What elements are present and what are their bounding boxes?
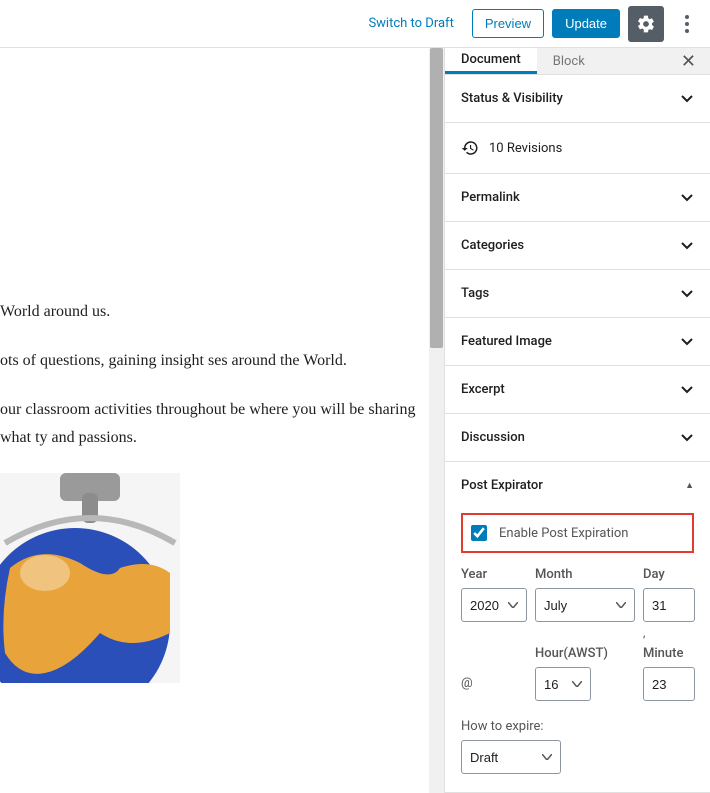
chevron-down-icon: [680, 287, 694, 301]
chevron-down-icon: [680, 335, 694, 349]
tab-block[interactable]: Block: [537, 48, 601, 74]
panel-label: Permalink: [461, 190, 520, 205]
day-input[interactable]: [643, 588, 695, 622]
year-select[interactable]: 2020: [461, 588, 527, 622]
editor-topbar: Switch to Draft Preview Update: [0, 0, 710, 48]
switch-to-draft-link[interactable]: Switch to Draft: [358, 10, 463, 37]
editor-paragraph[interactable]: World around us.: [0, 298, 424, 325]
month-select[interactable]: July: [535, 588, 635, 622]
enable-expiration-row: Enable Post Expiration: [461, 513, 694, 553]
panel-label: Status & Visibility: [461, 91, 563, 106]
chevron-down-icon: [680, 383, 694, 397]
how-expire-select[interactable]: Draft: [461, 740, 561, 774]
month-label: Month: [535, 567, 635, 582]
settings-button[interactable]: [628, 6, 664, 42]
panel-label: Categories: [461, 238, 524, 253]
chevron-down-icon: [680, 239, 694, 253]
editor-paragraph[interactable]: ots of questions, gaining insight ses ar…: [0, 347, 424, 374]
revisions-text: 10 Revisions: [489, 141, 562, 156]
post-editor[interactable]: World around us. ots of questions, gaini…: [0, 48, 444, 793]
panel-permalink[interactable]: Permalink: [445, 174, 710, 221]
enable-expiration-label: Enable Post Expiration: [499, 526, 628, 541]
panel-excerpt[interactable]: Excerpt: [445, 366, 710, 413]
chevron-up-icon: ▲: [685, 480, 694, 491]
hour-select[interactable]: 16: [535, 667, 591, 701]
update-button[interactable]: Update: [552, 9, 620, 38]
editor-paragraph[interactable]: our classroom activities throughout be w…: [0, 396, 424, 450]
preview-button[interactable]: Preview: [472, 9, 544, 38]
panel-categories[interactable]: Categories: [445, 222, 710, 269]
panel-status-visibility[interactable]: Status & Visibility: [445, 75, 710, 122]
panel-featured-image[interactable]: Featured Image: [445, 318, 710, 365]
panel-tags[interactable]: Tags: [445, 270, 710, 317]
hour-label: Hour(AWST): [535, 646, 635, 661]
post-expirator-body: Enable Post Expiration Year 2020 Month J…: [445, 509, 710, 792]
gear-icon: [636, 14, 656, 34]
editor-scrollbar[interactable]: [429, 48, 444, 793]
how-expire-label: How to expire:: [461, 719, 694, 734]
close-icon: ✕: [681, 51, 696, 72]
panel-discussion[interactable]: Discussion: [445, 414, 710, 461]
panel-label: Discussion: [461, 430, 525, 445]
day-label: Day: [643, 567, 695, 582]
tab-document[interactable]: Document: [445, 48, 537, 74]
settings-sidebar: Document Block ✕ Status & Visibility 10 …: [444, 48, 710, 793]
more-vertical-icon: [685, 15, 689, 33]
panel-label: Featured Image: [461, 334, 552, 349]
panel-label: Tags: [461, 286, 489, 301]
close-sidebar-button[interactable]: ✕: [667, 51, 710, 72]
at-symbol: @: [461, 667, 527, 701]
chevron-down-icon: [680, 191, 694, 205]
history-icon: [461, 139, 479, 157]
panel-label: Post Expirator: [461, 478, 543, 493]
panel-label: Excerpt: [461, 382, 505, 397]
sidebar-tabs: Document Block ✕: [445, 48, 710, 75]
chevron-down-icon: [680, 431, 694, 445]
chevron-down-icon: [680, 92, 694, 106]
minute-input[interactable]: [643, 667, 695, 701]
editor-image[interactable]: [0, 473, 180, 683]
more-options-button[interactable]: [672, 6, 702, 42]
panel-post-expirator[interactable]: Post Expirator ▲: [445, 462, 710, 509]
scrollbar-thumb[interactable]: [430, 48, 443, 348]
minute-label: Minute: [643, 646, 695, 661]
enable-expiration-checkbox[interactable]: [471, 525, 487, 541]
year-label: Year: [461, 567, 527, 582]
revisions-link[interactable]: 10 Revisions: [445, 123, 710, 174]
comma-separator: ,: [643, 622, 695, 640]
